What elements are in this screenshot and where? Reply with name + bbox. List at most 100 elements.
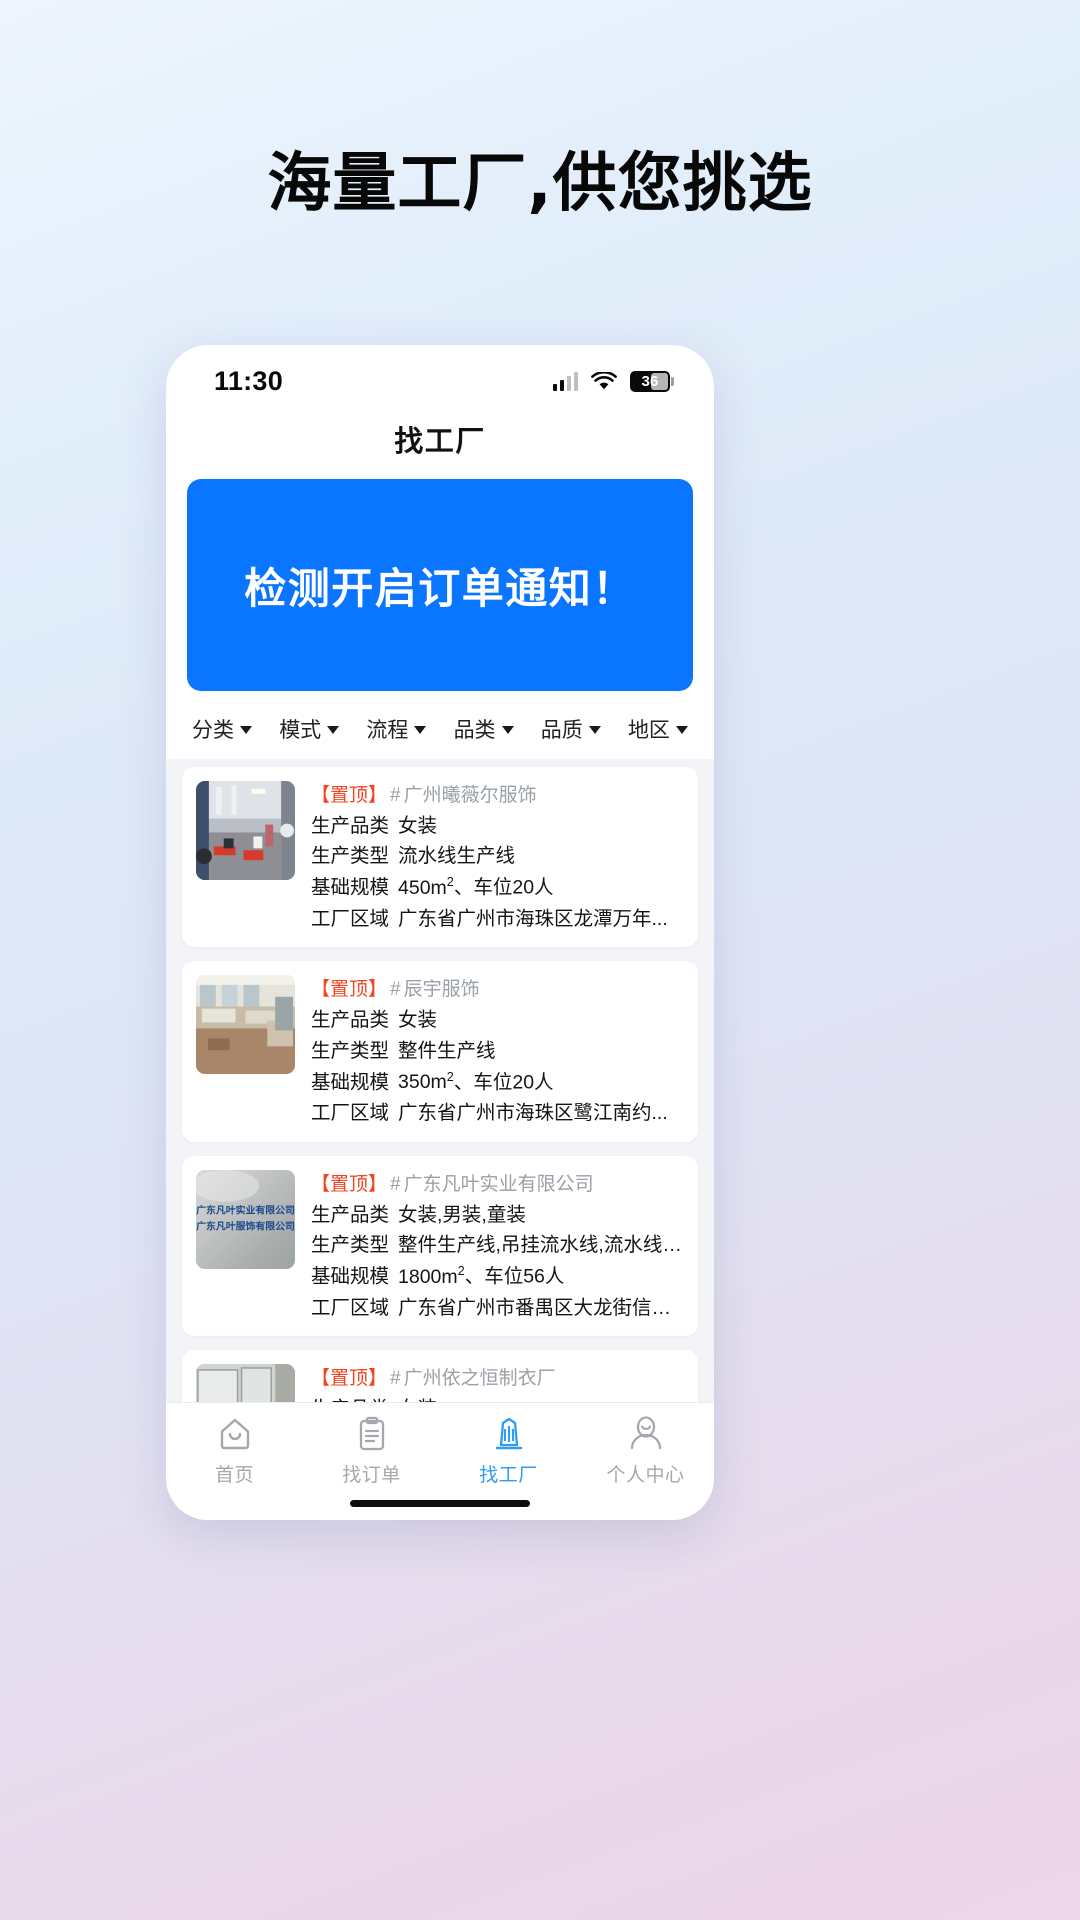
list-item[interactable]: 【置顶】#广州曦薇尔服饰 生产品类女装 生产类型流水线生产线 基础规模450m2…: [182, 767, 698, 947]
card-header: 【置顶】#广东凡叶实业有限公司: [311, 1171, 684, 1199]
chevron-down-icon: [676, 726, 688, 734]
sign-line-2: 广东凡叶服饰有限公司: [196, 1219, 295, 1232]
clipboard-icon: [353, 1415, 391, 1453]
field-area: 工厂区域广东省广州市海珠区鹭江南约...: [311, 1099, 684, 1128]
home-indicator[interactable]: [350, 1500, 530, 1507]
factory-list[interactable]: 【置顶】#广州曦薇尔服饰 生产品类女装 生产类型流水线生产线 基础规模450m2…: [166, 759, 714, 1402]
field-area: 工厂区域广东省广州市海珠区龙潭万年...: [311, 905, 684, 934]
banner-container: 检测开启订单通知！: [166, 471, 714, 703]
field-value: 广东省广州市番禺区大龙街信发路...: [398, 1297, 684, 1319]
field-value-rest: 、车位56人: [465, 1266, 565, 1288]
banner-label: 检测开启订单通知！: [244, 555, 636, 616]
filter-label: 品质: [541, 714, 583, 744]
factory-banner-photo: 广州依之恒制衣厂: [196, 1364, 295, 1402]
field-value-rest: 、车位20人: [454, 1071, 554, 1093]
battery-level: 36: [641, 373, 658, 390]
field-label: 工厂区域: [311, 1297, 389, 1319]
field-label: 生产类型: [311, 1040, 389, 1062]
field-value: 整件生产线: [398, 1040, 496, 1062]
status-icons: 36: [553, 371, 671, 392]
status-badge: 【置顶】: [311, 1174, 387, 1195]
field-unit: 2: [458, 1264, 465, 1278]
chevron-down-icon: [589, 726, 601, 734]
nav-title: 找工厂: [394, 418, 486, 460]
field-label: 工厂区域: [311, 1102, 389, 1124]
field-type: 生产类型流水线生产线: [311, 842, 684, 871]
filter-label: 流程: [366, 714, 408, 744]
filter-label: 模式: [279, 714, 321, 744]
factory-name: 辰宇服饰: [404, 979, 480, 1000]
tab-label: 个人中心: [606, 1460, 684, 1487]
card-body: 【置顶】#广东凡叶实业有限公司 生产品类女装,男装,童装 生产类型整件生产线,吊…: [311, 1170, 684, 1322]
wifi-icon: [591, 372, 617, 391]
card-body: 【置顶】#广州曦薇尔服饰 生产品类女装 生产类型流水线生产线 基础规模450m2…: [311, 781, 684, 933]
home-icon: [216, 1415, 254, 1453]
card-header: 【置顶】#辰宇服饰: [311, 976, 684, 1004]
field-label: 生产品类: [311, 1398, 389, 1402]
filter-category[interactable]: 分类: [192, 714, 252, 744]
field-scale: 基础规模450m2、车位20人: [311, 873, 684, 902]
filter-label: 品类: [454, 714, 496, 744]
field-value: 1800m: [398, 1266, 458, 1288]
tab-profile[interactable]: 个人中心: [577, 1415, 714, 1487]
filter-mode[interactable]: 模式: [279, 714, 339, 744]
field-value: 女装: [398, 1398, 437, 1402]
chevron-down-icon: [240, 726, 252, 734]
filter-bar: 分类 模式 流程 品类 品质 地区: [166, 703, 714, 759]
field-scale: 基础规模 350m2、车位20人: [311, 1068, 684, 1097]
filter-label: 分类: [192, 714, 234, 744]
field-label: 基础规模: [311, 877, 389, 899]
order-notification-banner[interactable]: 检测开启订单通知！: [187, 479, 693, 691]
battery-icon: 36: [630, 371, 670, 392]
list-item[interactable]: 【置顶】#辰宇服饰 生产品类女装 生产类型整件生产线 基础规模 350m2、车位2…: [182, 961, 698, 1141]
filter-quality[interactable]: 品质: [541, 714, 601, 744]
status-time: 11:30: [214, 366, 283, 397]
field-value: 流水线生产线: [398, 845, 515, 867]
field-label: 基础规模: [311, 1071, 389, 1093]
nav-bar: 找工厂: [166, 407, 714, 471]
field-unit: 2: [447, 1070, 454, 1084]
field-value: 广东省广州市海珠区龙潭万年...: [398, 908, 668, 930]
field-value: 女装: [398, 815, 437, 837]
field-value: 女装: [398, 1009, 437, 1031]
factory-interior-photo: [196, 781, 295, 880]
hash-symbol: #: [390, 785, 401, 806]
filter-region[interactable]: 地区: [628, 714, 688, 744]
card-header: 【置顶】#广州曦薇尔服饰: [311, 782, 684, 810]
filter-process[interactable]: 流程: [366, 714, 426, 744]
status-badge: 【置顶】: [311, 979, 387, 1000]
tab-orders[interactable]: 找订单: [303, 1415, 440, 1487]
filter-product[interactable]: 品类: [454, 714, 514, 744]
hash-symbol: #: [390, 979, 401, 1000]
tab-home[interactable]: 首页: [166, 1415, 303, 1487]
field-label: 生产品类: [311, 1204, 389, 1226]
tab-factory[interactable]: 找工厂: [440, 1415, 577, 1487]
field-label: 工厂区域: [311, 908, 389, 930]
status-badge: 【置顶】: [311, 785, 387, 806]
tab-label: 找订单: [342, 1460, 401, 1487]
sign-line-1: 广东凡叶实业有限公司: [196, 1204, 295, 1217]
field-value: 广东省广州市海珠区鹭江南约...: [398, 1102, 668, 1124]
list-item[interactable]: 广州依之恒制衣厂 【置顶】#广州依之恒制衣厂 生产品类女装 生产类型整件生产线: [182, 1350, 698, 1402]
field-value: 450m: [398, 877, 447, 899]
factory-name: 广州依之恒制衣厂: [404, 1368, 556, 1389]
field-product: 生产品类女装,男装,童装: [311, 1201, 684, 1230]
field-value: 女装,男装,童装: [398, 1204, 526, 1226]
factory-name: 广州曦薇尔服饰: [404, 785, 537, 806]
field-unit: 2: [447, 875, 454, 889]
field-value: 整件生产线,吊挂流水线,流水线生...: [398, 1234, 684, 1256]
hash-symbol: #: [390, 1368, 401, 1389]
company-signage-photo: 广东凡叶实业有限公司 广东凡叶服饰有限公司: [196, 1170, 295, 1269]
signal-bars-icon: [553, 371, 579, 391]
factory-icon: [490, 1415, 528, 1453]
field-product: 生产品类女装: [311, 1006, 684, 1035]
person-icon: [627, 1415, 665, 1453]
chevron-down-icon: [414, 726, 426, 734]
tab-label: 找工厂: [479, 1460, 538, 1487]
page-title: 海量工厂,供您挑选: [0, 132, 1080, 224]
field-value: 350m: [398, 1071, 447, 1093]
field-type: 生产类型整件生产线: [311, 1037, 684, 1066]
list-item[interactable]: 广东凡叶实业有限公司 广东凡叶服饰有限公司 【置顶】#广东凡叶实业有限公司 生产…: [182, 1156, 698, 1336]
factory-name: 广东凡叶实业有限公司: [404, 1174, 594, 1195]
chevron-down-icon: [502, 726, 514, 734]
